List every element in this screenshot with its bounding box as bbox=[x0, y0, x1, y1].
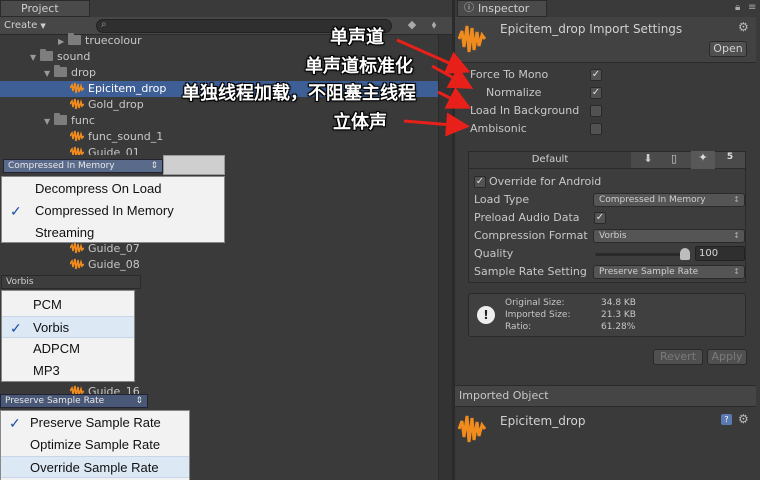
arrow-ambisonic bbox=[403, 112, 470, 137]
arrow-background bbox=[437, 87, 472, 109]
annotation-ambisonic: 立体声 bbox=[333, 112, 387, 133]
annotation-mono: 单声道 bbox=[330, 27, 384, 48]
annotation-background: 单独线程加载，不阻塞主线程 bbox=[182, 83, 416, 104]
annotation-normalize: 单声道标准化 bbox=[305, 56, 413, 77]
